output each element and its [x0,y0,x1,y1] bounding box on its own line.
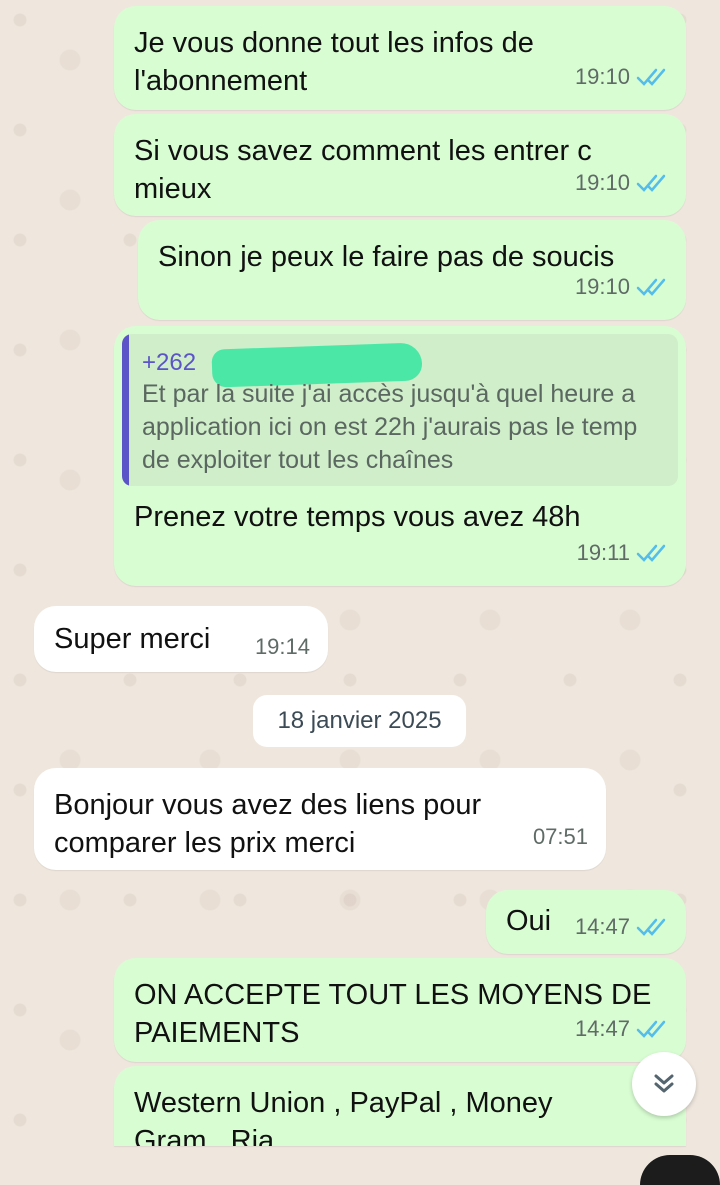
quote-accent-bar [122,334,129,486]
double-check-icon [636,544,666,562]
quoted-message[interactable]: +262 Et par la suite j'ai accès jusqu'à … [122,334,678,486]
message-time: 19:10 [574,274,630,299]
message-time: 19:10 [574,170,630,195]
double-check-icon [636,68,666,86]
message-time: 19:11 [576,540,630,565]
message-time: 19:10 [574,64,630,89]
scroll-to-bottom-button[interactable] [632,1052,696,1116]
quoted-sender: +262 [142,349,197,376]
message-bubble-outgoing[interactable]: ON ACCEPTE TOUT LES MOYENS DE PAIEMENTS … [114,958,686,1062]
double-check-icon [636,1020,666,1038]
message-time: 14:47 [574,914,630,939]
message-bubble-incoming[interactable]: Super merci 19:14 [34,606,328,672]
message-bubble-outgoing[interactable]: Si vous savez comment les entrer c mieux… [114,114,686,216]
message-bubble-outgoing[interactable]: Je vous donne tout les infos de l'abonne… [114,6,686,110]
double-chevron-down-icon [654,1074,674,1093]
date-separator: 18 janvier 2025 [253,695,466,747]
message-bubble-outgoing[interactable]: Western Union , PayPal , Money Gram , Ri… [114,1066,686,1146]
message-text: Western Union , PayPal , Money Gram , Ri… [134,1087,553,1146]
double-check-icon [636,278,666,296]
message-bubble-outgoing[interactable]: Oui 14:47 [486,890,686,954]
message-time: 07:51 [532,824,588,849]
quoted-text: Et par la suite j'ai accès jusqu'à quel … [142,380,638,474]
message-time: 14:47 [574,1016,630,1041]
message-bubble-outgoing-reply[interactable]: +262 Et par la suite j'ai accès jusqu'à … [114,326,686,586]
message-bubble-outgoing[interactable]: Sinon je peux le faire pas de soucis 19:… [138,220,686,320]
double-check-icon [636,918,666,936]
message-bubble-incoming[interactable]: Bonjour vous avez des liens pour compare… [34,768,606,870]
message-text: Prenez votre temps vous avez 48h [134,501,581,533]
message-text: Bonjour vous avez des liens pour compare… [54,789,482,859]
double-check-icon [636,174,666,192]
message-time: 19:14 [254,634,310,659]
